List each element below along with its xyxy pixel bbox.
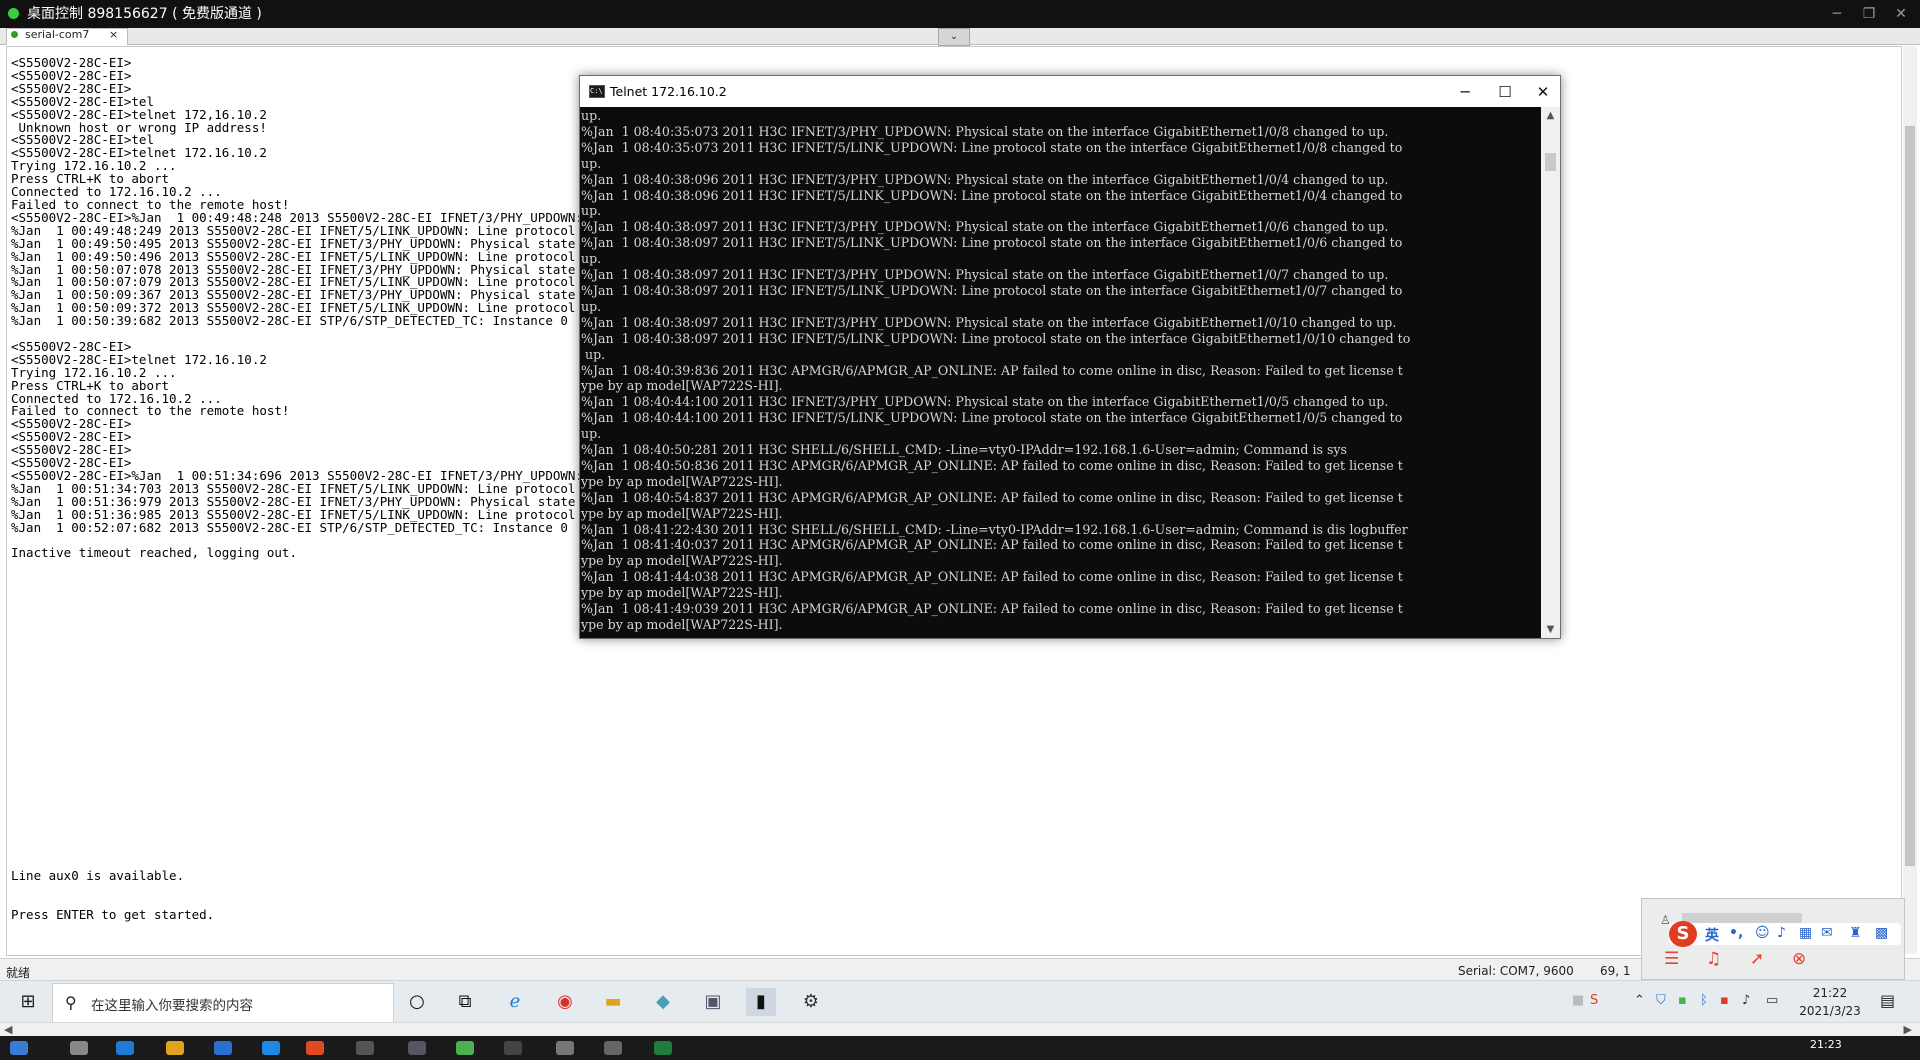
telnet-scroll-thumb[interactable] bbox=[1545, 153, 1556, 171]
file-explorer-icon[interactable]: ▬ bbox=[598, 988, 628, 1016]
host-remote-icon[interactable] bbox=[306, 1041, 324, 1055]
status-ready: 就绪 bbox=[6, 966, 31, 980]
scroll-down-icon[interactable]: ▼ bbox=[1541, 621, 1560, 638]
sogou-logo-icon[interactable]: S bbox=[1669, 921, 1697, 947]
notification-icon[interactable]: ▤ bbox=[1880, 991, 1895, 1010]
session-tab-strip: serial-com7 × ⌄ bbox=[0, 28, 1920, 46]
status-cursor-position: 69, 1 bbox=[1600, 964, 1631, 978]
tray-ime-icon[interactable]: S bbox=[1590, 993, 1598, 1008]
tray-chevron-up-icon[interactable]: ⌃ bbox=[1634, 993, 1645, 1008]
telnet-titlebar[interactable]: C:\ Telnet 172.16.10.2 ─ ☐ ✕ bbox=[580, 76, 1560, 107]
tray-volume-icon[interactable]: ♪ bbox=[1742, 993, 1750, 1008]
tray-network-icon[interactable]: ▭ bbox=[1766, 993, 1778, 1008]
tab-label: serial-com7 bbox=[25, 28, 90, 41]
voice-icon[interactable]: ♪ bbox=[1777, 925, 1786, 941]
host-mail-icon[interactable] bbox=[214, 1041, 232, 1055]
host-clock: 21:23 bbox=[1810, 1038, 1842, 1051]
close-button[interactable]: ✕ bbox=[1890, 4, 1912, 24]
telnet-maximize-button[interactable]: ☐ bbox=[1488, 80, 1522, 104]
serial-output: <S5500V2-28C-EI> <S5500V2-28C-EI> <S5500… bbox=[11, 55, 613, 561]
host-wechat-icon[interactable] bbox=[456, 1041, 474, 1055]
tab-dropdown-button[interactable]: ⌄ bbox=[938, 28, 970, 46]
host-taskbar: 21:23 bbox=[0, 1036, 1920, 1060]
tray-blurred-icon: ■ bbox=[1572, 993, 1585, 1008]
host-app-icon[interactable] bbox=[262, 1041, 280, 1055]
maximize-button[interactable]: ❐ bbox=[1858, 4, 1880, 24]
ime-toolbar[interactable]: ♙ S 英 •, ☺ ♪ ▦ ✉ ♜ ▩ ☰ ♫ ➚ ⊗ bbox=[1641, 898, 1905, 980]
remote-desktop-titlebar: 桌面控制 898156627 ( 免费版通道 ) ─ ❐ ✕ bbox=[0, 0, 1920, 28]
session-status-icon bbox=[11, 31, 18, 38]
ime-lang-toggle[interactable]: 英 bbox=[1705, 925, 1719, 945]
host-edge-icon[interactable] bbox=[116, 1041, 134, 1055]
tab-close-icon[interactable]: × bbox=[109, 29, 118, 41]
emoji-icon[interactable]: ☺ bbox=[1755, 925, 1770, 941]
telnet-close-button[interactable]: ✕ bbox=[1526, 80, 1560, 104]
pointer-icon[interactable]: ➚ bbox=[1750, 949, 1764, 969]
host-excel-icon[interactable] bbox=[654, 1041, 672, 1055]
telnet-minimize-button[interactable]: ─ bbox=[1448, 80, 1482, 104]
host-search-icon[interactable] bbox=[70, 1041, 88, 1055]
scrollbar-thumb[interactable] bbox=[1905, 126, 1915, 866]
host-app2-icon[interactable] bbox=[408, 1041, 426, 1055]
ie-browser-icon[interactable]: ℯ bbox=[500, 988, 530, 1016]
serial-prompt-line: Press ENTER to get started. bbox=[11, 907, 215, 922]
search-icon: ⚲ bbox=[65, 993, 77, 1012]
app-icon[interactable]: ◆ bbox=[648, 988, 678, 1016]
host-start-icon[interactable] bbox=[10, 1041, 28, 1055]
chrome-icon[interactable]: ◉ bbox=[550, 988, 580, 1016]
terminal-scrollbar[interactable] bbox=[1903, 46, 1917, 954]
menu-grid-icon[interactable]: ▩ bbox=[1875, 925, 1888, 941]
scroll-right-icon[interactable]: ▶ bbox=[1904, 1023, 1912, 1036]
scroll-up-icon[interactable]: ▲ bbox=[1541, 107, 1560, 124]
settings-gear-icon[interactable]: ⚙ bbox=[796, 988, 826, 1016]
minimize-button[interactable]: ─ bbox=[1826, 4, 1848, 24]
host-explorer-icon[interactable] bbox=[166, 1041, 184, 1055]
task-view-icon[interactable]: ⧉ bbox=[450, 988, 480, 1016]
chat-icon[interactable]: ☰ bbox=[1664, 949, 1679, 969]
remote-desktop-title: 桌面控制 898156627 ( 免费版通道 ) bbox=[27, 6, 262, 22]
telnet-scrollbar[interactable]: ▲ ▼ bbox=[1541, 107, 1560, 638]
tools-icon[interactable]: ✉ bbox=[1821, 925, 1833, 941]
tab-serial-com7[interactable]: serial-com7 × bbox=[6, 28, 128, 45]
close-circle-icon[interactable]: ⊗ bbox=[1792, 949, 1806, 969]
ime-mode-row[interactable]: S 英 •, ☺ ♪ ▦ ✉ ♜ ▩ bbox=[1669, 921, 1901, 947]
tray-nvidia-icon[interactable]: ▪ bbox=[1678, 993, 1687, 1008]
telnet-window[interactable]: C:\ Telnet 172.16.10.2 ─ ☐ ✕ up. %Jan 1 … bbox=[579, 75, 1561, 639]
microphone-icon[interactable]: ♫ bbox=[1706, 949, 1721, 969]
skin-icon[interactable]: ♜ bbox=[1849, 925, 1862, 941]
connection-status-icon bbox=[8, 8, 19, 19]
serial-aux-line: Line aux0 is available. bbox=[11, 868, 185, 883]
taskbar-search-box[interactable]: ⚲ 在这里输入你要搜索的内容 bbox=[52, 983, 394, 1023]
console-icon: C:\ bbox=[589, 85, 605, 98]
telnet-output: up. %Jan 1 08:40:35:073 2011 H3C IFNET/3… bbox=[581, 108, 1411, 632]
telnet-console[interactable]: up. %Jan 1 08:40:35:073 2011 H3C IFNET/3… bbox=[580, 107, 1541, 638]
windows-start-icon[interactable]: ⊞ bbox=[8, 991, 48, 1013]
host-steam-icon[interactable] bbox=[356, 1041, 374, 1055]
cmd-icon[interactable]: ▮ bbox=[746, 988, 776, 1016]
taskbar-clock[interactable]: 21:22 2021/3/23 bbox=[1790, 984, 1870, 1020]
cortana-icon[interactable]: ○ bbox=[402, 988, 432, 1016]
scroll-left-icon[interactable]: ◀ bbox=[4, 1023, 12, 1036]
host-app3-icon[interactable] bbox=[504, 1041, 522, 1055]
clock-time: 21:22 bbox=[1812, 986, 1848, 1000]
telnet-title: Telnet 172.16.10.2 bbox=[610, 84, 727, 99]
tray-bluetooth-icon[interactable]: ᛒ bbox=[1700, 993, 1708, 1008]
horizontal-scrollbar[interactable]: ◀ ▶ bbox=[0, 1022, 1920, 1037]
clock-date: 2021/3/23 bbox=[1799, 1004, 1861, 1018]
tray-app-icon[interactable]: ▪ bbox=[1720, 993, 1729, 1008]
securecrt-icon[interactable]: ▣ bbox=[698, 988, 728, 1016]
status-bar: 就绪 Serial: COM7, 9600 69, 1 bbox=[0, 958, 1920, 981]
windows-taskbar: ⊞ ⚲ 在这里输入你要搜索的内容 ○ ⧉ ℯ ◉ ▬ ◆ ▣ ▮ ⚙ ■ S ⌃… bbox=[0, 980, 1920, 1023]
keyboard-icon[interactable]: ▦ bbox=[1799, 925, 1812, 941]
ime-punct-toggle[interactable]: •, bbox=[1729, 925, 1743, 941]
host-app4-icon[interactable] bbox=[556, 1041, 574, 1055]
status-serial: Serial: COM7, 9600 bbox=[1458, 964, 1574, 978]
tray-shield-icon[interactable]: ⛉ bbox=[1656, 993, 1666, 1008]
search-placeholder: 在这里输入你要搜索的内容 bbox=[91, 998, 253, 1014]
ime-blurred-account bbox=[1682, 913, 1802, 923]
host-settings-icon[interactable] bbox=[604, 1041, 622, 1055]
